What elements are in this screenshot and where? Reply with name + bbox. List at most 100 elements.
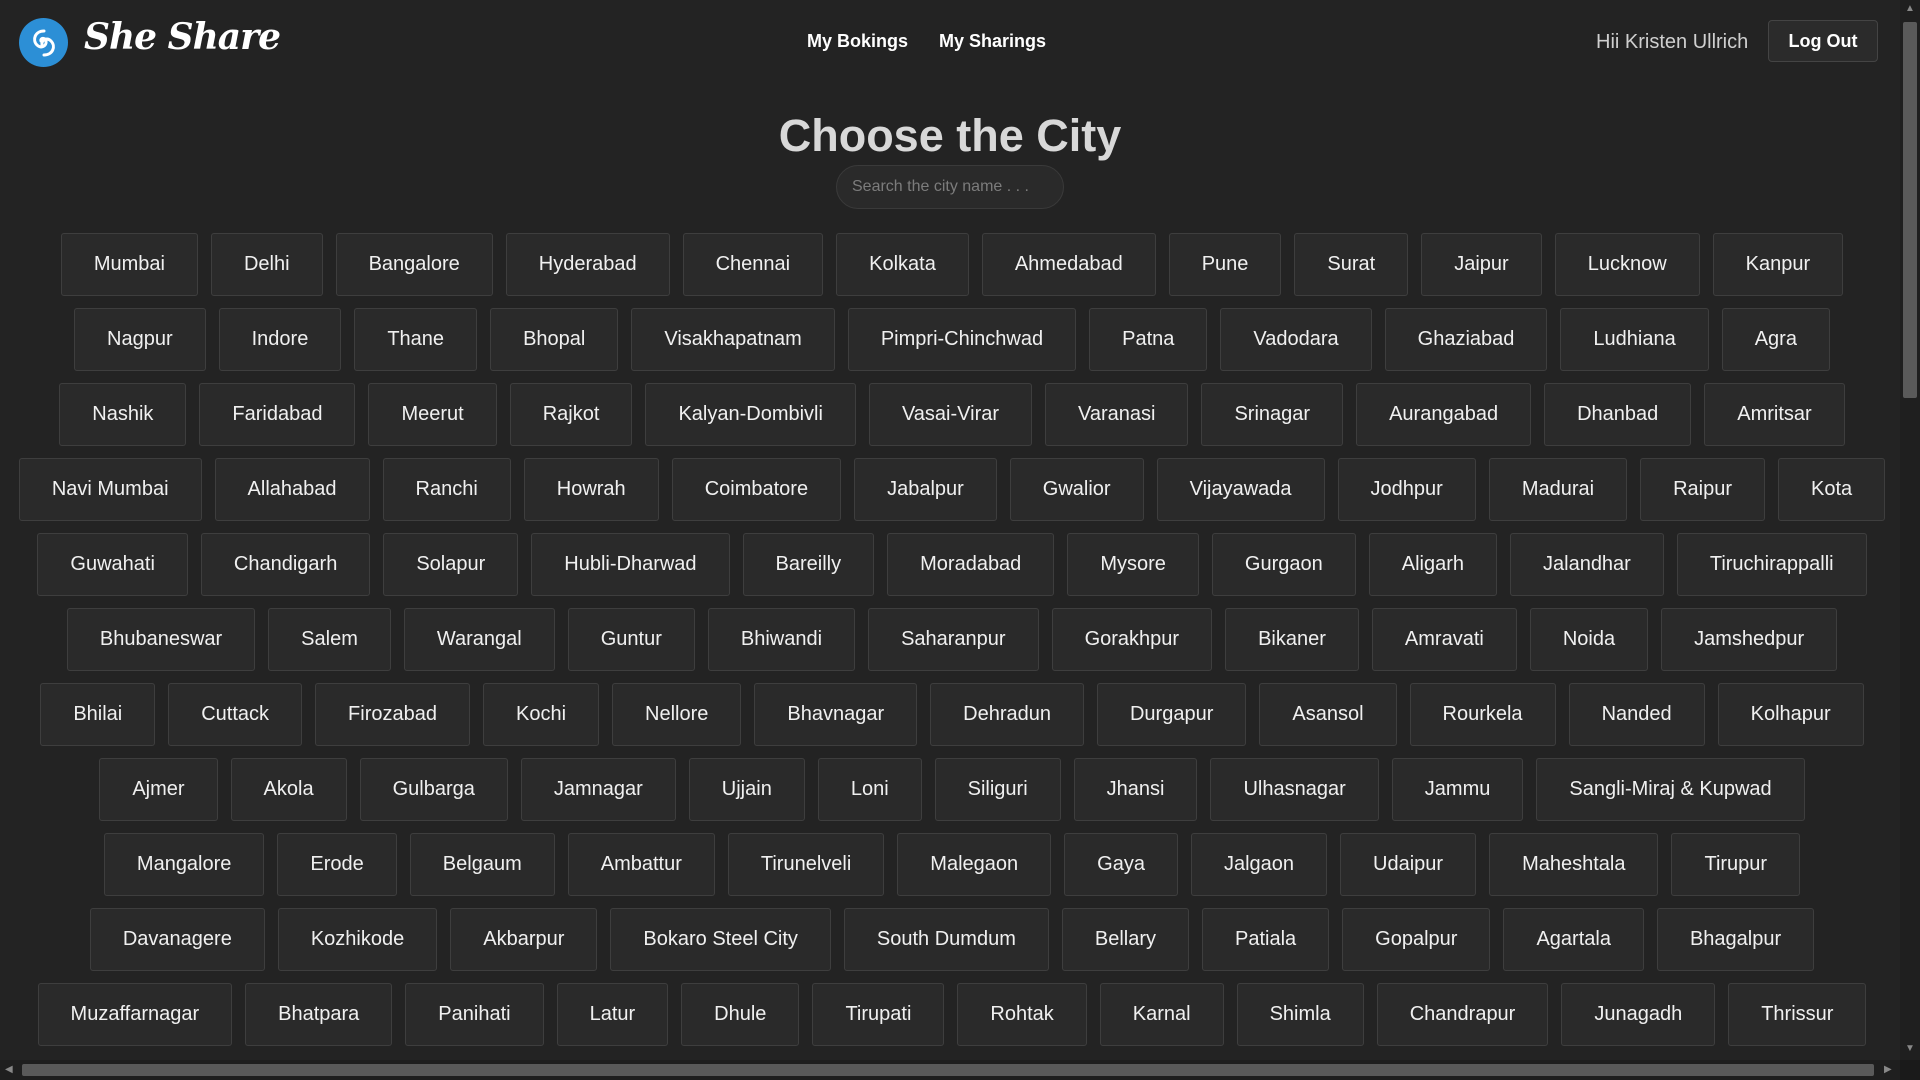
city-button[interactable]: Saharanpur [868, 608, 1039, 671]
city-button[interactable]: Rourkela [1409, 683, 1556, 746]
nav-my-sharings[interactable]: My Sharings [939, 31, 1046, 52]
city-button[interactable]: Guntur [567, 608, 695, 671]
city-button[interactable]: Muzaffarnagar [37, 983, 233, 1046]
city-button[interactable]: Bangalore [335, 233, 493, 296]
city-button[interactable]: Hyderabad [505, 233, 670, 296]
city-button[interactable]: Durgapur [1096, 683, 1247, 746]
city-button[interactable]: Hubli-Dharwad [531, 533, 730, 596]
city-button[interactable]: Vijayawada [1156, 458, 1325, 521]
city-button[interactable]: Aurangabad [1356, 383, 1532, 446]
city-button[interactable]: Nashik [59, 383, 187, 446]
city-button[interactable]: Asansol [1259, 683, 1397, 746]
city-button[interactable]: Kalyan-Dombivli [645, 383, 856, 446]
city-button[interactable]: Latur [556, 983, 669, 1046]
city-button[interactable]: Maheshtala [1489, 833, 1659, 896]
city-button[interactable]: Warangal [403, 608, 555, 671]
city-button[interactable]: Kota [1778, 458, 1886, 521]
city-button[interactable]: Jamnagar [520, 758, 676, 821]
city-button[interactable]: Faridabad [199, 383, 356, 446]
city-button[interactable]: Tirunelveli [727, 833, 885, 896]
city-button[interactable]: Kanpur [1712, 233, 1844, 296]
city-button[interactable]: Ranchi [382, 458, 511, 521]
city-button[interactable]: Vasai-Virar [868, 383, 1033, 446]
city-button[interactable]: Noida [1529, 608, 1649, 671]
city-button[interactable]: Coimbatore [671, 458, 842, 521]
city-button[interactable]: Tirupur [1671, 833, 1801, 896]
city-button[interactable]: Aligarh [1368, 533, 1497, 596]
city-search-input[interactable] [836, 165, 1064, 209]
city-button[interactable]: Jhansi [1073, 758, 1198, 821]
city-button[interactable]: Allahabad [214, 458, 370, 521]
city-button[interactable]: Meerut [368, 383, 497, 446]
city-button[interactable]: Dhanbad [1544, 383, 1692, 446]
city-button[interactable]: Bareilly [742, 533, 875, 596]
city-button[interactable]: Jodhpur [1337, 458, 1476, 521]
vertical-scrollbar[interactable]: ▲ ▼ [1900, 0, 1920, 1060]
city-button[interactable]: Pimpri-Chinchwad [847, 308, 1077, 371]
city-button[interactable]: Chandrapur [1376, 983, 1549, 1046]
city-button[interactable]: Agartala [1503, 908, 1644, 971]
nav-my-bookings[interactable]: My Bokings [807, 31, 908, 52]
city-button[interactable]: Firozabad [315, 683, 470, 746]
city-button[interactable]: Bhubaneswar [66, 608, 256, 671]
city-button[interactable]: Amritsar [1704, 383, 1845, 446]
city-button[interactable]: Bellary [1061, 908, 1190, 971]
city-button[interactable]: Salem [268, 608, 391, 671]
city-button[interactable]: Amravati [1371, 608, 1517, 671]
city-button[interactable]: Jammu [1391, 758, 1524, 821]
city-button[interactable]: Dehradun [930, 683, 1084, 746]
city-button[interactable]: Gurgaon [1211, 533, 1356, 596]
city-button[interactable]: Ajmer [99, 758, 218, 821]
city-button[interactable]: Bhiwandi [707, 608, 856, 671]
city-button[interactable]: Srinagar [1201, 383, 1344, 446]
city-button[interactable]: Bhatpara [245, 983, 393, 1046]
city-button[interactable]: Raipur [1640, 458, 1765, 521]
city-button[interactable]: Jamshedpur [1661, 608, 1838, 671]
city-button[interactable]: Ludhiana [1560, 308, 1709, 371]
scroll-down-icon[interactable]: ▼ [1905, 1044, 1915, 1054]
city-button[interactable]: Bhilai [40, 683, 156, 746]
city-button[interactable]: Mangalore [103, 833, 265, 896]
city-button[interactable]: Karnal [1099, 983, 1224, 1046]
city-button[interactable]: Bhagalpur [1656, 908, 1815, 971]
city-button[interactable]: Tiruchirappalli [1676, 533, 1867, 596]
city-button[interactable]: Vadodara [1220, 308, 1372, 371]
city-button[interactable]: Kochi [482, 683, 600, 746]
city-button[interactable]: Guwahati [37, 533, 188, 596]
city-button[interactable]: Sangli-Miraj & Kupwad [1536, 758, 1805, 821]
brand-name[interactable]: She Share [84, 16, 281, 58]
city-button[interactable]: Solapur [383, 533, 519, 596]
city-button[interactable]: Visakhapatnam [631, 308, 835, 371]
city-button[interactable]: Bhopal [490, 308, 619, 371]
city-button[interactable]: Chennai [682, 233, 824, 296]
city-button[interactable]: Malegaon [897, 833, 1052, 896]
city-button[interactable]: Howrah [523, 458, 659, 521]
city-button[interactable]: Patna [1089, 308, 1208, 371]
city-button[interactable]: Dhule [681, 983, 800, 1046]
city-button[interactable]: Gulbarga [359, 758, 508, 821]
city-button[interactable]: Lucknow [1554, 233, 1700, 296]
city-button[interactable]: Kolkata [836, 233, 969, 296]
city-button[interactable]: Bhavnagar [754, 683, 918, 746]
city-button[interactable]: Indore [218, 308, 342, 371]
city-button[interactable]: Thrissur [1728, 983, 1867, 1046]
city-button[interactable]: Udaipur [1340, 833, 1477, 896]
city-button[interactable]: Gaya [1064, 833, 1178, 896]
city-button[interactable]: Pune [1168, 233, 1282, 296]
horizontal-scrollbar[interactable]: ◀ ▶ [0, 1060, 1900, 1080]
city-button[interactable]: Siliguri [934, 758, 1061, 821]
city-button[interactable]: Junagadh [1561, 983, 1716, 1046]
city-button[interactable]: Gorakhpur [1051, 608, 1213, 671]
city-button[interactable]: Surat [1294, 233, 1409, 296]
city-button[interactable]: Jaipur [1421, 233, 1542, 296]
city-button[interactable]: Navi Mumbai [18, 458, 202, 521]
city-button[interactable]: Ambattur [567, 833, 715, 896]
city-button[interactable]: Madurai [1488, 458, 1628, 521]
city-button[interactable]: Jabalpur [854, 458, 997, 521]
city-button[interactable]: Nagpur [74, 308, 206, 371]
city-button[interactable]: Ghaziabad [1384, 308, 1548, 371]
city-button[interactable]: South Dumdum [843, 908, 1049, 971]
city-button[interactable]: Gwalior [1009, 458, 1144, 521]
logout-button[interactable]: Log Out [1768, 20, 1878, 62]
city-button[interactable]: Nellore [612, 683, 742, 746]
